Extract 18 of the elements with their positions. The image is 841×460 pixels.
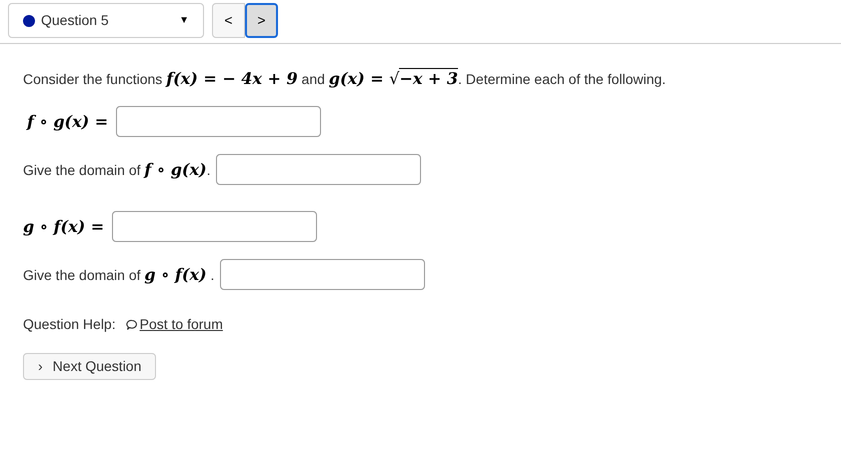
help-label: Question Help: — [23, 315, 116, 334]
intro-sentence: Consider the functions f(x) = − 4x + 9 and g(x) = √−x + 3. Determine each of the following. — [23, 67, 667, 90]
previous-button[interactable]: < — [212, 3, 245, 38]
domain-prompt: Give the domain of g ∘ f(x) . — [23, 264, 214, 286]
forum-link[interactable]: Post to forum — [126, 314, 223, 335]
speech-bubble-icon — [126, 318, 138, 330]
answer-field[interactable] — [116, 106, 322, 137]
question-select[interactable]: Question 5 ▼ — [8, 3, 204, 38]
answer-field[interactable] — [220, 259, 426, 290]
domain-prompt: Give the domain of f ∘ g(x). — [23, 158, 210, 180]
answer-field[interactable] — [112, 211, 318, 242]
next-button[interactable]: > — [245, 3, 278, 38]
caret-icon: ▼ — [179, 13, 189, 28]
answer-field[interactable] — [216, 154, 422, 185]
question-label: Question 5 — [41, 11, 110, 30]
equation-label: g ∘ f(x) = — [23, 216, 104, 238]
equation-label: f ∘ g(x) = — [27, 110, 108, 132]
next-question-button[interactable]: › Next Question — [23, 353, 156, 380]
